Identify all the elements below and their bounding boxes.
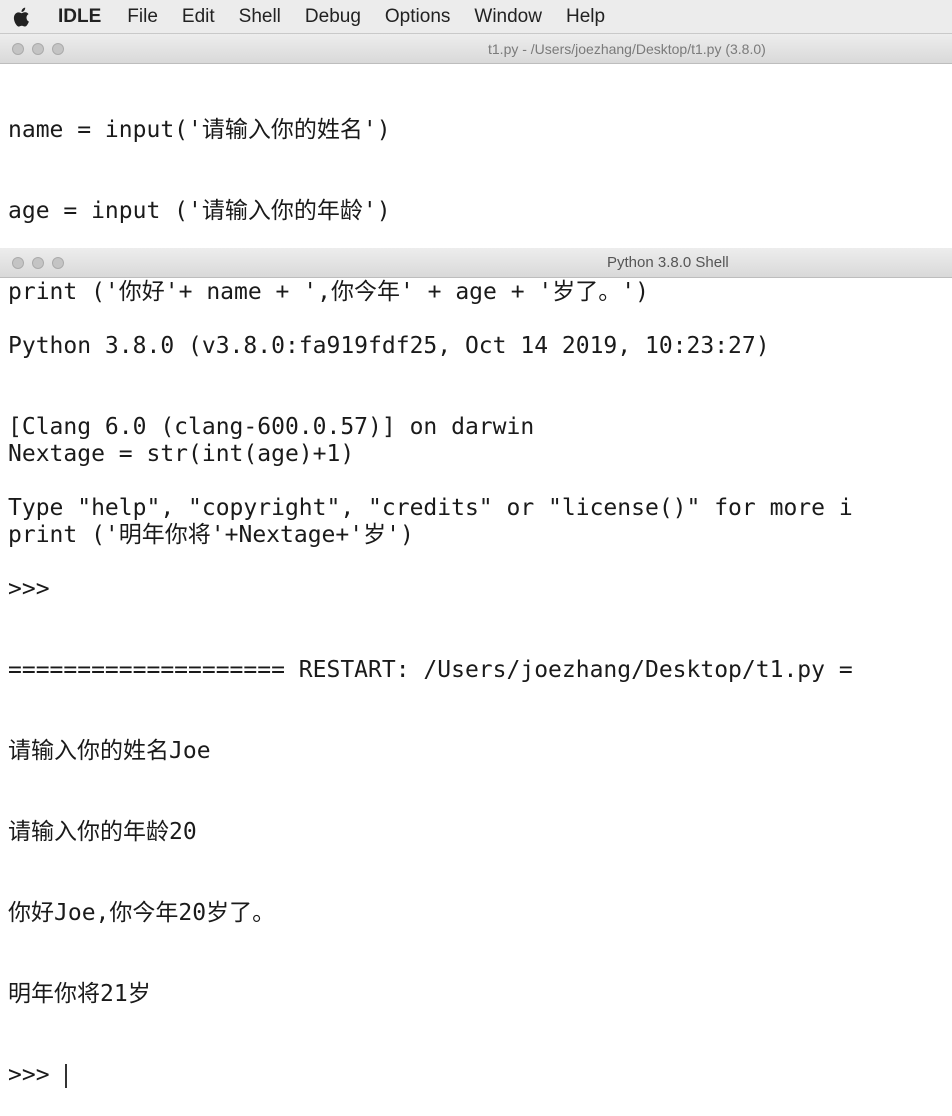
minimize-button[interactable] — [32, 42, 44, 55]
code-line: name = input('请输入你的姓名') — [8, 117, 391, 143]
shell-line: >>> — [8, 576, 50, 602]
shell-titlebar[interactable]: Python 3.8.0 Shell — [0, 248, 952, 278]
zoom-button[interactable] — [52, 42, 64, 55]
shell-window-title: Python 3.8.0 Shell — [607, 254, 729, 271]
menu-debug[interactable]: Debug — [305, 6, 361, 28]
menu-edit[interactable]: Edit — [182, 6, 215, 28]
close-button[interactable] — [12, 42, 24, 55]
shell-line: Type "help", "copyright", "credits" or "… — [8, 495, 853, 521]
shell-line: 请输入你的年龄20 — [8, 819, 197, 845]
minimize-button[interactable] — [32, 256, 44, 269]
shell-prompt: >>> — [8, 1062, 64, 1088]
editor-titlebar[interactable]: t1.py - /Users/joezhang/Desktop/t1.py (3… — [0, 34, 952, 64]
apple-icon[interactable] — [12, 6, 32, 28]
text-cursor — [65, 1063, 68, 1088]
menu-file[interactable]: File — [127, 6, 158, 28]
zoom-button[interactable] — [52, 256, 64, 269]
menu-options[interactable]: Options — [385, 6, 450, 28]
window-controls — [12, 256, 92, 269]
menu-shell[interactable]: Shell — [239, 6, 281, 28]
shell-line: ==================== RESTART: /Users/joe… — [8, 657, 853, 683]
window-controls — [12, 42, 92, 55]
shell-output-area[interactable]: Python 3.8.0 (v3.8.0:fa919fdf25, Oct 14 … — [8, 280, 853, 1116]
shell-line: 你好Joe,你今年20岁了。 — [8, 900, 276, 926]
close-button[interactable] — [12, 256, 24, 269]
editor-window-title: t1.py - /Users/joezhang/Desktop/t1.py (3… — [488, 40, 766, 57]
menu-bar: IDLE File Edit Shell Debug Options Windo… — [0, 0, 952, 34]
shell-line: Python 3.8.0 (v3.8.0:fa919fdf25, Oct 14 … — [8, 333, 770, 359]
shell-line: [Clang 6.0 (clang-600.0.57)] on darwin — [8, 414, 535, 440]
shell-prompt-line[interactable]: >>> — [8, 1061, 853, 1090]
shell-line: 明年你将21岁 — [8, 981, 151, 1007]
code-line: age = input ('请输入你的年龄') — [8, 198, 391, 224]
shell-line: 请输入你的姓名Joe — [8, 738, 211, 764]
menu-window[interactable]: Window — [474, 6, 542, 28]
menu-help[interactable]: Help — [566, 6, 605, 28]
menu-idle[interactable]: IDLE — [58, 6, 101, 28]
